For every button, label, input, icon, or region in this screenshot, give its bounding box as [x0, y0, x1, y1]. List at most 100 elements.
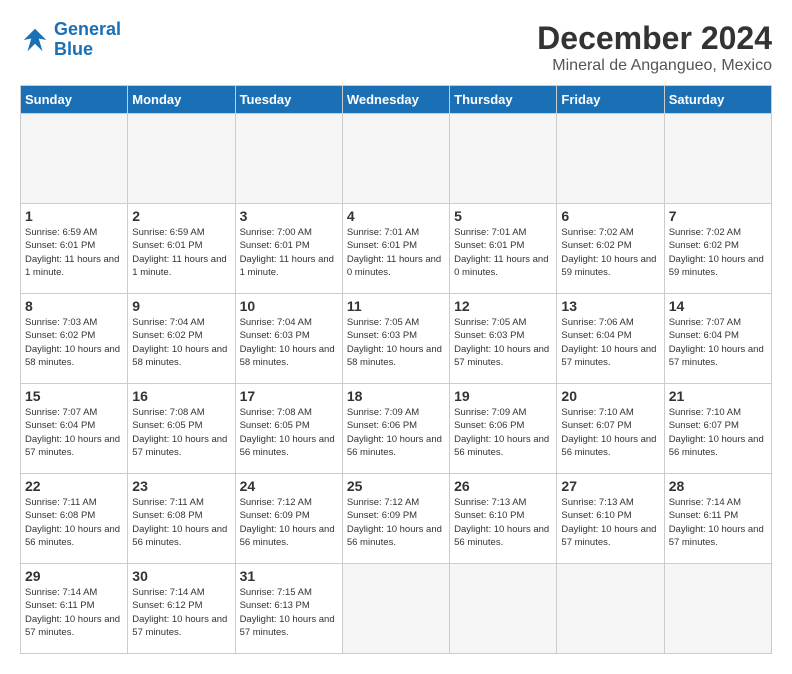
calendar-week-row: 15 Sunrise: 7:07 AMSunset: 6:04 PMDayligh… — [21, 384, 772, 474]
day-number: 19 — [454, 388, 552, 404]
calendar-day-cell: 26Sunrise: 7:13 AMSunset: 6:10 PMDayligh… — [450, 474, 557, 564]
logo-line2: Blue — [54, 39, 93, 59]
day-number: 28 — [669, 478, 767, 494]
calendar-day-cell: 29Sunrise: 7:14 AMSunset: 6:11 PMDayligh… — [21, 564, 128, 654]
calendar-day-cell: 20 Sunrise: 7:10 AMSunset: 6:07 PMDayligh… — [557, 384, 664, 474]
day-number: 1 — [25, 208, 123, 224]
day-info: Sunrise: 7:01 AMSunset: 6:01 PMDaylight:… — [454, 226, 552, 279]
calendar-day-cell — [450, 114, 557, 204]
day-info: Sunrise: 7:10 AMSunset: 6:07 PMDaylight:… — [561, 406, 659, 459]
calendar-day-cell: 19 Sunrise: 7:09 AMSunset: 6:06 PMDayligh… — [450, 384, 557, 474]
day-number: 4 — [347, 208, 445, 224]
calendar-day-cell: 8Sunrise: 7:03 AMSunset: 6:02 PMDaylight… — [21, 294, 128, 384]
calendar-day-cell — [557, 114, 664, 204]
day-number: 12 — [454, 298, 552, 314]
calendar-day-cell: 15 Sunrise: 7:07 AMSunset: 6:04 PMDayligh… — [21, 384, 128, 474]
calendar-day-cell — [664, 114, 771, 204]
day-info: Sunrise: 7:14 AMSunset: 6:11 PMDaylight:… — [669, 496, 767, 549]
calendar-day-cell — [128, 114, 235, 204]
day-number: 10 — [240, 298, 338, 314]
calendar-week-row: 29Sunrise: 7:14 AMSunset: 6:11 PMDayligh… — [21, 564, 772, 654]
day-header-wednesday: Wednesday — [342, 86, 449, 114]
logo-icon — [20, 25, 50, 55]
calendar-day-cell — [664, 564, 771, 654]
day-number: 30 — [132, 568, 230, 584]
calendar-day-cell: 12 Sunrise: 7:05 AMSunset: 6:03 PMDayligh… — [450, 294, 557, 384]
day-number: 18 — [347, 388, 445, 404]
calendar-day-cell: 22Sunrise: 7:11 AMSunset: 6:08 PMDayligh… — [21, 474, 128, 564]
calendar-day-cell: 25Sunrise: 7:12 AMSunset: 6:09 PMDayligh… — [342, 474, 449, 564]
day-number: 27 — [561, 478, 659, 494]
day-info: Sunrise: 7:05 AMSunset: 6:03 PMDaylight:… — [454, 316, 552, 369]
calendar-day-cell: 24 Sunrise: 7:12 AMSunset: 6:09 PMDayligh… — [235, 474, 342, 564]
day-info: Sunrise: 6:59 AMSunset: 6:01 PMDaylight:… — [132, 226, 230, 279]
day-info: Sunrise: 7:14 AMSunset: 6:12 PMDaylight:… — [132, 586, 230, 639]
day-number: 24 — [240, 478, 338, 494]
calendar-day-cell — [235, 114, 342, 204]
calendar-day-cell: 6 Sunrise: 7:02 AMSunset: 6:02 PMDaylight… — [557, 204, 664, 294]
day-number: 6 — [561, 208, 659, 224]
calendar-day-cell: 21Sunrise: 7:10 AMSunset: 6:07 PMDayligh… — [664, 384, 771, 474]
day-number: 29 — [25, 568, 123, 584]
day-info: Sunrise: 7:11 AMSunset: 6:08 PMDaylight:… — [132, 496, 230, 549]
day-header-monday: Monday — [128, 86, 235, 114]
day-number: 31 — [240, 568, 338, 584]
calendar-day-cell: 31Sunrise: 7:15 AMSunset: 6:13 PMDayligh… — [235, 564, 342, 654]
calendar-day-cell: 17 Sunrise: 7:08 AMSunset: 6:05 PMDayligh… — [235, 384, 342, 474]
day-header-thursday: Thursday — [450, 86, 557, 114]
calendar-day-cell: 23 Sunrise: 7:11 AMSunset: 6:08 PMDayligh… — [128, 474, 235, 564]
day-info: Sunrise: 7:09 AMSunset: 6:06 PMDaylight:… — [454, 406, 552, 459]
calendar-week-row: 8Sunrise: 7:03 AMSunset: 6:02 PMDaylight… — [21, 294, 772, 384]
day-number: 25 — [347, 478, 445, 494]
calendar-day-cell: 10 Sunrise: 7:04 AMSunset: 6:03 PMDayligh… — [235, 294, 342, 384]
calendar-header-row: SundayMondayTuesdayWednesdayThursdayFrid… — [21, 86, 772, 114]
calendar-day-cell: 11Sunrise: 7:05 AMSunset: 6:03 PMDayligh… — [342, 294, 449, 384]
day-info: Sunrise: 7:13 AMSunset: 6:10 PMDaylight:… — [454, 496, 552, 549]
logo-line1: General — [54, 19, 121, 39]
day-info: Sunrise: 7:03 AMSunset: 6:02 PMDaylight:… — [25, 316, 123, 369]
calendar-day-cell — [342, 564, 449, 654]
calendar-day-cell: 27 Sunrise: 7:13 AMSunset: 6:10 PMDayligh… — [557, 474, 664, 564]
calendar-day-cell: 13Sunrise: 7:06 AMSunset: 6:04 PMDayligh… — [557, 294, 664, 384]
calendar-day-cell: 1 Sunrise: 6:59 AMSunset: 6:01 PMDaylight… — [21, 204, 128, 294]
day-number: 15 — [25, 388, 123, 404]
calendar-day-cell: 2Sunrise: 6:59 AMSunset: 6:01 PMDaylight… — [128, 204, 235, 294]
calendar-week-row: 1 Sunrise: 6:59 AMSunset: 6:01 PMDaylight… — [21, 204, 772, 294]
day-info: Sunrise: 7:13 AMSunset: 6:10 PMDaylight:… — [561, 496, 659, 549]
calendar-week-row: 22Sunrise: 7:11 AMSunset: 6:08 PMDayligh… — [21, 474, 772, 564]
day-info: Sunrise: 7:07 AMSunset: 6:04 PMDaylight:… — [25, 406, 123, 459]
page-subtitle: Mineral de Angangueo, Mexico — [537, 57, 772, 75]
day-number: 17 — [240, 388, 338, 404]
day-info: Sunrise: 7:04 AMSunset: 6:02 PMDaylight:… — [132, 316, 230, 369]
day-number: 3 — [240, 208, 338, 224]
calendar-day-cell: 28 Sunrise: 7:14 AMSunset: 6:11 PMDayligh… — [664, 474, 771, 564]
day-info: Sunrise: 7:02 AMSunset: 6:02 PMDaylight:… — [669, 226, 767, 279]
logo-text: General Blue — [54, 20, 121, 60]
day-header-friday: Friday — [557, 86, 664, 114]
logo: General Blue — [20, 20, 121, 60]
day-info: Sunrise: 7:08 AMSunset: 6:05 PMDaylight:… — [240, 406, 338, 459]
day-info: Sunrise: 7:08 AMSunset: 6:05 PMDaylight:… — [132, 406, 230, 459]
day-info: Sunrise: 7:12 AMSunset: 6:09 PMDaylight:… — [240, 496, 338, 549]
day-number: 7 — [669, 208, 767, 224]
day-number: 20 — [561, 388, 659, 404]
calendar-day-cell: 9 Sunrise: 7:04 AMSunset: 6:02 PMDaylight… — [128, 294, 235, 384]
day-number: 11 — [347, 298, 445, 314]
day-number: 21 — [669, 388, 767, 404]
day-number: 5 — [454, 208, 552, 224]
page-title: December 2024 — [537, 20, 772, 57]
calendar-day-cell: 16Sunrise: 7:08 AMSunset: 6:05 PMDayligh… — [128, 384, 235, 474]
day-info: Sunrise: 7:04 AMSunset: 6:03 PMDaylight:… — [240, 316, 338, 369]
calendar-day-cell — [342, 114, 449, 204]
day-info: Sunrise: 7:00 AMSunset: 6:01 PMDaylight:… — [240, 226, 338, 279]
day-number: 23 — [132, 478, 230, 494]
calendar-week-row — [21, 114, 772, 204]
calendar-day-cell: 3 Sunrise: 7:00 AMSunset: 6:01 PMDaylight… — [235, 204, 342, 294]
day-info: Sunrise: 7:07 AMSunset: 6:04 PMDaylight:… — [669, 316, 767, 369]
calendar-day-cell — [450, 564, 557, 654]
calendar-day-cell: 14Sunrise: 7:07 AMSunset: 6:04 PMDayligh… — [664, 294, 771, 384]
day-number: 9 — [132, 298, 230, 314]
day-info: Sunrise: 6:59 AMSunset: 6:01 PMDaylight:… — [25, 226, 123, 279]
day-info: Sunrise: 7:02 AMSunset: 6:02 PMDaylight:… — [561, 226, 659, 279]
title-block: December 2024 Mineral de Angangueo, Mexi… — [537, 20, 772, 75]
